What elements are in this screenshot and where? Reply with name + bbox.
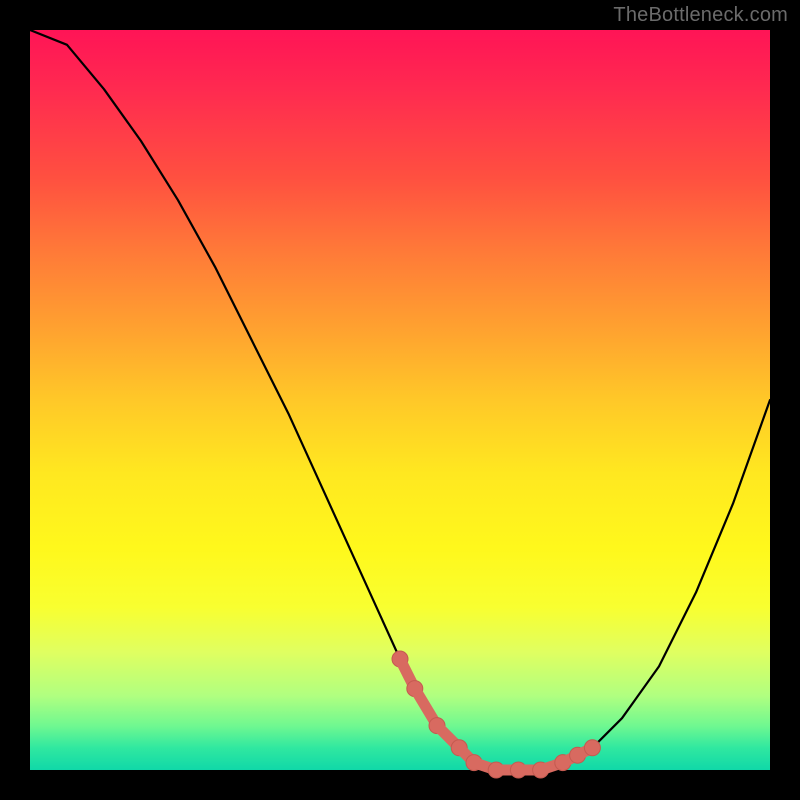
highlight-markers [392, 651, 600, 778]
chart-frame: TheBottleneck.com [0, 0, 800, 800]
curve-svg [30, 30, 770, 770]
plot-area [30, 30, 770, 770]
watermark-text: TheBottleneck.com [613, 4, 788, 27]
marker-dot [584, 740, 600, 756]
